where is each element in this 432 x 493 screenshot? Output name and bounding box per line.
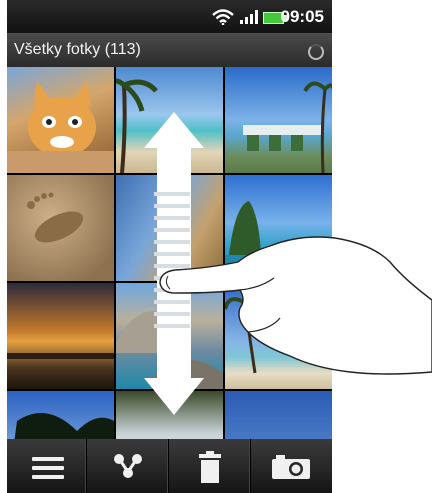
album-header: Všetky fotky (113) (7, 33, 332, 68)
photo-thumbnail-footprint-sand[interactable] (7, 175, 114, 281)
share-icon (114, 454, 142, 478)
status-bar: 09:05 (7, 0, 332, 33)
share-button[interactable] (87, 439, 169, 493)
photo-thumbnail-sunset[interactable] (7, 283, 114, 389)
camera-button[interactable] (251, 439, 332, 493)
wifi-icon (212, 9, 234, 25)
photo-thumbnail-palm-beach[interactable] (116, 67, 223, 173)
bottom-toolbar (7, 439, 332, 493)
trash-icon (199, 451, 221, 483)
photo-thumbnail-rocks-beach[interactable] (116, 283, 223, 389)
camera-icon (272, 455, 310, 479)
signal-icon (240, 10, 258, 24)
photo-thumbnail-palm-shore[interactable] (225, 283, 332, 389)
photo-thumbnail-table-by-sea[interactable] (225, 67, 332, 173)
menu-button[interactable] (7, 439, 87, 493)
photo-grid[interactable] (7, 67, 332, 493)
album-title: Všetky fotky (113) (14, 41, 141, 58)
photo-thumbnail-beach-sky[interactable] (116, 175, 223, 281)
clock: 09:05 (280, 7, 324, 26)
phone-screen: 09:05 Všetky fotky (113) (7, 0, 332, 493)
menu-icon (32, 457, 64, 479)
spinner-icon (308, 44, 324, 60)
photo-thumbnail-cat[interactable] (7, 67, 114, 173)
photo-thumbnail-island-cliff[interactable] (225, 175, 332, 281)
delete-button[interactable] (169, 439, 251, 493)
